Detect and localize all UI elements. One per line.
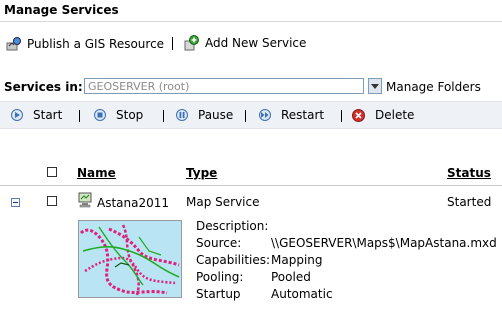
delete-icon (352, 108, 365, 122)
pooling-label: Pooling: (196, 270, 244, 284)
delete-label: Delete (375, 108, 415, 122)
stop-button[interactable]: Stop (94, 108, 143, 122)
toolbar-separator (163, 110, 164, 122)
description-label: Description: (196, 219, 269, 233)
publish-gis-resource-link[interactable]: Publish a GIS Resource (6, 37, 164, 51)
startup-value: Automatic (271, 287, 333, 301)
column-header-type[interactable]: Type (186, 166, 217, 180)
services-in-label: Services in: (4, 80, 83, 94)
toolbar-separator (341, 110, 342, 122)
publish-label: Publish a GIS Resource (27, 37, 165, 51)
manage-folders-link[interactable]: Manage Folders (386, 80, 481, 94)
start-icon (11, 109, 23, 121)
column-header-name[interactable]: Name (77, 166, 116, 180)
restart-label: Restart (281, 108, 325, 122)
select-all-checkbox[interactable] (47, 167, 57, 177)
page-title: Manage Services (4, 3, 119, 17)
table-header-divider (0, 185, 502, 186)
folder-select[interactable]: GEOSERVER (root) (84, 78, 364, 94)
capabilities-label: Capabilities: (196, 253, 271, 267)
start-label: Start (33, 108, 63, 122)
pooling-value: Pooled (271, 270, 311, 284)
add-service-icon (184, 35, 200, 51)
collapse-toggle[interactable] (11, 196, 20, 210)
folder-dropdown-button[interactable] (368, 78, 382, 94)
service-status: Started (447, 195, 492, 209)
map-service-icon (78, 192, 93, 211)
action-separator (172, 37, 173, 50)
start-button[interactable]: Start (11, 108, 62, 122)
collapse-icon (11, 196, 20, 210)
pause-button[interactable]: Pause (176, 108, 233, 122)
startup-label: Startup (196, 287, 241, 301)
toolbar-separator (79, 110, 80, 122)
column-header-status[interactable]: Status (447, 166, 491, 180)
service-name-link[interactable]: Astana2011 (97, 196, 169, 210)
add-service-label: Add New Service (205, 36, 307, 50)
restart-button[interactable]: Restart (259, 108, 324, 122)
row-checkbox[interactable] (47, 196, 57, 206)
stop-label: Stop (116, 108, 144, 122)
service-toolbar: Start Stop Pause Restart Delete (0, 101, 502, 129)
add-new-service-link[interactable]: Add New Service (184, 35, 306, 51)
map-thumbnail[interactable] (78, 220, 182, 298)
publish-icon (6, 37, 22, 51)
source-label: Source: (196, 236, 242, 250)
pause-icon (176, 109, 188, 121)
service-type: Map Service (186, 195, 260, 209)
stop-icon (94, 109, 106, 121)
restart-icon (259, 109, 271, 121)
delete-button[interactable]: Delete (352, 108, 414, 122)
chevron-down-icon (371, 79, 379, 93)
toolbar-separator (245, 110, 246, 122)
capabilities-value: Mapping (271, 253, 323, 267)
source-value: \\GEOSERVER\Maps$\MapAstana.mxd (271, 236, 497, 250)
pause-label: Pause (198, 108, 234, 122)
title-divider (0, 21, 502, 22)
